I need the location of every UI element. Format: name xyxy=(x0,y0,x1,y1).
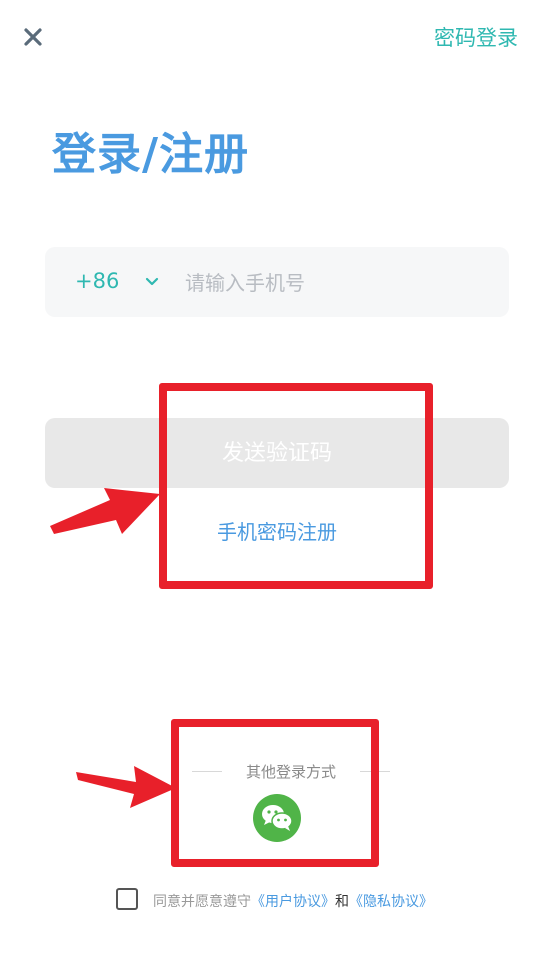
agreement-and: 和 xyxy=(335,894,349,910)
annotation-arrow-bottom xyxy=(76,766,176,808)
agreement-prefix: 同意并愿意遵守 xyxy=(153,894,251,910)
agreement-checkbox[interactable] xyxy=(116,888,138,910)
close-icon[interactable] xyxy=(22,26,44,48)
annotation-arrow-top xyxy=(50,488,160,534)
country-code-selector[interactable]: +86 xyxy=(75,269,119,293)
page-title: 登录/注册 xyxy=(52,129,250,180)
privacy-agreement-link[interactable]: 《隐私协议》 xyxy=(349,894,433,910)
phone-input-container: +86 xyxy=(45,247,509,317)
chevron-down-icon[interactable] xyxy=(145,275,159,289)
phone-input[interactable] xyxy=(183,259,497,307)
annotation-box-bottom xyxy=(171,719,379,867)
agreement-row: 同意并愿意遵守《用户协议》和《隐私协议》 xyxy=(116,886,516,914)
agreement-text: 同意并愿意遵守《用户协议》和《隐私协议》 xyxy=(153,891,433,911)
annotation-box-top xyxy=(159,383,433,589)
user-agreement-link[interactable]: 《用户协议》 xyxy=(251,894,335,910)
password-login-link[interactable]: 密码登录 xyxy=(434,22,518,52)
